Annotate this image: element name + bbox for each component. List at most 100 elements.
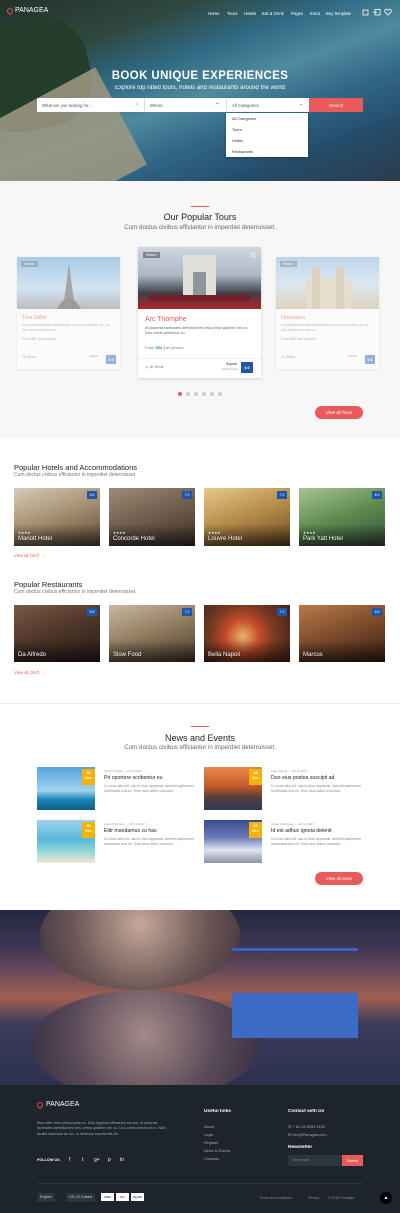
hotels-view-all-link[interactable]: View all (157) →	[14, 553, 45, 558]
footer-link-about[interactable]: About	[204, 1124, 214, 1129]
heart-icon[interactable]	[384, 8, 392, 16]
hero-subtitle: Explore top rated tours, hotels and rest…	[115, 85, 285, 91]
rating-label: Superb	[226, 362, 238, 366]
footer-link-login[interactable]: Login	[204, 1132, 214, 1137]
tour-name[interactable]: Notredam	[281, 315, 305, 321]
tour-card[interactable]: Historic Notredam Id placerat tacimates …	[276, 257, 379, 369]
tour-card[interactable]: Historic Arc Triomphe Id placerat tacima…	[138, 247, 261, 378]
tour-name[interactable]: Tour Eiffel	[22, 315, 46, 321]
score-badge: 8.9	[87, 608, 97, 616]
facebook-icon[interactable]: f	[69, 1157, 70, 1163]
nav-tours[interactable]: Tours	[227, 11, 238, 16]
hotel-tile[interactable]: 8.9 ★★★★ Park Yatt Hotel	[299, 488, 385, 546]
footer-link-news[interactable]: News & Events	[204, 1148, 230, 1153]
search-button[interactable]: Search	[309, 98, 363, 112]
hotel-tile[interactable]: 8.9 ★★★★ Mariott Hotel	[14, 488, 100, 546]
hotel-name: Concorde Hotel	[113, 536, 155, 542]
tours-title: Our Popular Tours	[163, 212, 237, 222]
footer-email[interactable]: ✉ info@Panagea.com	[288, 1132, 327, 1137]
nav-buy-template[interactable]: Buy template	[326, 11, 351, 16]
dropdown-option[interactable]: Tours	[226, 124, 308, 135]
tour-desc: Id placerat tacimates definitionem sea p…	[22, 323, 110, 332]
restaurants-view-all-link[interactable]: View all (157) →	[14, 670, 45, 675]
score-badge: 8.9	[87, 491, 97, 499]
terms-link[interactable]: Terms and conditions	[259, 1196, 292, 1200]
privacy-link[interactable]: Privacy	[308, 1196, 319, 1200]
dropdown-option[interactable]: Restaurants	[226, 146, 308, 157]
language-select[interactable]: English	[37, 1193, 55, 1202]
cart-icon[interactable]	[362, 9, 369, 16]
tour-badge: Historic	[21, 261, 38, 267]
paypal-icon: PayPal	[131, 1193, 144, 1201]
score-badge: 9.0	[241, 362, 253, 373]
tour-duration: 1h 30min	[281, 355, 295, 359]
restaurants-subtitle: Cum doctus civibus efficiantur in imperd…	[14, 589, 137, 595]
restaurant-tile[interactable]: 8.9 Marcus	[299, 605, 385, 662]
view-all-news-button[interactable]: View all news	[315, 872, 363, 885]
where-input[interactable]: Where	[144, 98, 226, 112]
restaurant-tile[interactable]: 8.9 Da Alfredo	[14, 605, 100, 662]
hotel-tile[interactable]: 7.0 ★★★★ Louvre Hotel	[204, 488, 290, 546]
header-icons	[362, 8, 392, 16]
score-badge: 8.9	[372, 608, 382, 616]
twitter-icon[interactable]: t	[82, 1157, 83, 1163]
news-item-title[interactable]: Pri oportere scribentur eu	[104, 775, 163, 781]
footer-logo[interactable]: PANAGEA	[35, 1100, 79, 1109]
wishlist-icon[interactable]	[250, 252, 256, 258]
newsletter-email-input[interactable]: Your email	[288, 1155, 342, 1166]
score-badge: 7.0	[182, 491, 192, 499]
score-badge: 7.0	[182, 608, 192, 616]
carousel-dot[interactable]	[194, 392, 198, 396]
carousel-dot[interactable]	[202, 392, 206, 396]
review-count: 350 Reviews	[222, 367, 239, 371]
restaurant-tile[interactable]: 7.0 Bella Napoli	[204, 605, 290, 662]
footer-link-register[interactable]: Register	[204, 1140, 219, 1145]
news-subtitle: Cum doctus civibus efficiantur in imperd…	[124, 744, 276, 751]
restaurant-name: Da Alfredo	[18, 652, 47, 658]
date-badge: 28 Dec	[249, 769, 262, 785]
news-meta: Luca Robinson — 20.11.2017	[104, 822, 145, 826]
news-title: News and Events	[164, 733, 236, 743]
news-item-title[interactable]: Duo eius postea suscipit ad	[271, 775, 334, 781]
hotel-tile[interactable]: 7.0 ★★★★ Concorde Hotel	[109, 488, 195, 546]
footer-link-contacts[interactable]: Contacts	[204, 1156, 219, 1161]
hotel-name: Park Yatt Hotel	[303, 536, 343, 542]
login-icon[interactable]	[373, 9, 381, 16]
dropdown-option[interactable]: Hotels	[226, 135, 308, 146]
tour-duration: 1h 30min	[22, 355, 36, 359]
back-to-top-button[interactable]: ▲	[380, 1192, 392, 1204]
hotel-stars: ★★★★	[303, 531, 316, 535]
pinterest-icon[interactable]: p	[108, 1157, 111, 1163]
carousel-dot[interactable]	[178, 392, 182, 396]
score-badge: 9.0	[106, 355, 116, 364]
tour-badge: Historic	[143, 252, 160, 258]
search-input[interactable]: What are you looking for...	[37, 98, 144, 112]
nav-pages[interactable]: Pages	[291, 11, 303, 16]
nav-home[interactable]: Home	[208, 11, 219, 16]
tour-badge: Historic	[280, 261, 297, 267]
date-badge: 28 Dec	[82, 822, 95, 838]
search-icon: ⌕	[136, 101, 139, 107]
carousel-dot[interactable]	[218, 392, 222, 396]
brand-logo[interactable]: PANAGEA	[5, 6, 48, 15]
carousel-dot[interactable]	[186, 392, 190, 396]
restaurant-tile[interactable]: 7.0 Slow Food	[109, 605, 195, 662]
currency-select[interactable]: US US Dollars	[66, 1193, 96, 1202]
tour-card[interactable]: Historic Tour Eiffel Id placerat tacimat…	[17, 257, 120, 369]
newsletter-submit-button[interactable]: Submit	[342, 1155, 363, 1166]
carousel-dot[interactable]	[210, 392, 214, 396]
google-plus-icon[interactable]: g+	[94, 1157, 100, 1163]
view-all-tours-button[interactable]: View all Tours	[315, 406, 363, 419]
nav-hotels[interactable]: Hotels	[244, 11, 256, 16]
restaurant-name: Marcus	[303, 652, 323, 658]
footer-phone[interactable]: ✆ + 61 23 8093 3400	[288, 1124, 325, 1129]
tour-name[interactable]: Arc Triomphe	[145, 316, 187, 323]
category-select[interactable]: All Categories	[226, 98, 309, 112]
news-item-title[interactable]: Elitr mandamus cu has	[104, 828, 157, 834]
nav-extra[interactable]: Extra	[310, 11, 320, 16]
dropdown-option[interactable]: All Categories	[226, 113, 308, 124]
news-item-title[interactable]: Id est adhuc ignota delenit	[271, 828, 332, 834]
instagram-icon[interactable]: in	[120, 1157, 124, 1163]
nav-eat-drink[interactable]: Eat & Drink	[262, 11, 284, 16]
location-icon: ⌖	[216, 101, 219, 107]
